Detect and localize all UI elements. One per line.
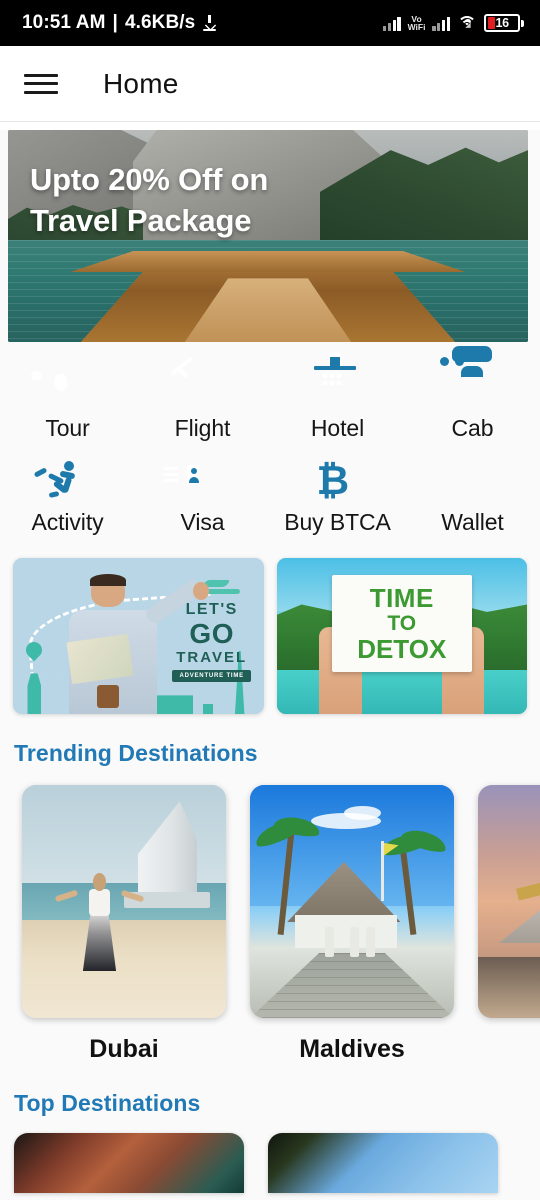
sea-background — [276, 670, 527, 714]
hotel-building-icon — [313, 352, 359, 408]
status-bar: 10:51 AM | 4.6KB/s Vo WiFi ◢ 16 — [0, 0, 540, 46]
page-content: Upto 20% Off on Travel Package Tour Flig… — [0, 130, 540, 1200]
sign-line1: TIME — [369, 583, 434, 614]
taxi-icon — [439, 346, 494, 408]
destination-card-maldives[interactable]: Maldives — [250, 785, 454, 1064]
destination-card-next[interactable] — [478, 785, 540, 1064]
signal-bars-icon-2 — [432, 15, 450, 31]
hamburger-menu-icon[interactable] — [24, 71, 58, 97]
destination-card-dubai[interactable]: Dubai — [22, 785, 226, 1064]
promo-card-time-to-detox[interactable]: TIME TO DETOX — [276, 558, 527, 714]
sign-line3: DETOX — [357, 634, 447, 665]
status-separator: | — [112, 12, 118, 33]
promo-card-row: LET'S GO TRAVEL ADVENTURE TIME TIME TO D… — [0, 552, 540, 714]
boardwalk-shape — [250, 952, 454, 1018]
top-destinations-title: Top Destinations — [14, 1090, 201, 1116]
promo-badge: ADVENTURE TIME — [172, 669, 251, 682]
destination-name — [478, 1018, 540, 1035]
traveler-illustration — [63, 573, 210, 714]
promo-text: LET'S GO TRAVEL ADVENTURE TIME — [172, 600, 251, 682]
status-bar-left: 10:51 AM | 4.6KB/s — [22, 12, 217, 34]
wallet-icon — [452, 460, 494, 502]
signal-bars-icon — [383, 15, 401, 31]
flag-shape — [380, 840, 384, 902]
download-icon — [202, 15, 217, 31]
trending-destinations-rail[interactable]: Dubai Maldives — [0, 767, 540, 1064]
quick-action-visa[interactable]: Visa — [135, 452, 270, 546]
quick-action-cab[interactable]: Cab — [405, 346, 540, 452]
hero-headline: Upto 20% Off on Travel Package — [30, 160, 268, 242]
status-bar-right: Vo WiFi ◢ 16 — [383, 14, 524, 32]
sign-line2: TO — [387, 612, 417, 636]
quick-action-label: Hotel — [310, 415, 365, 441]
hero-banner[interactable]: Upto 20% Off on Travel Package — [8, 130, 528, 342]
destination-image — [250, 785, 454, 1018]
quick-action-tour[interactable]: Tour — [0, 358, 135, 452]
woman-figure — [55, 869, 144, 972]
promo-card-lets-go-travel[interactable]: LET'S GO TRAVEL ADVENTURE TIME — [13, 558, 264, 714]
running-person-icon — [33, 460, 89, 502]
quick-action-buy-btca[interactable]: ₿ Buy BTCA — [270, 452, 405, 546]
volte-line2: WiFi — [407, 22, 426, 32]
bitcoin-icon: ₿ — [316, 458, 350, 504]
hero-headline-line1: Upto 20% Off on — [30, 162, 269, 197]
battery-icon: 16 — [484, 14, 520, 32]
top-destination-card-1[interactable] — [14, 1133, 244, 1193]
quick-action-label: Cab — [451, 415, 494, 441]
destination-image — [478, 785, 540, 1018]
airplane-ticket-icon — [182, 366, 224, 408]
promo-text-line2: GO — [189, 617, 234, 649]
app-bar: Home — [0, 46, 540, 122]
quick-action-label: Flight — [174, 415, 231, 441]
trending-destinations-title: Trending Destinations — [14, 740, 258, 766]
status-network-speed: 4.6KB/s — [124, 12, 196, 33]
quick-action-label: Tour — [45, 415, 90, 441]
quick-actions-row-2: Activity Visa ₿ Buy BTCA Wallet — [0, 452, 540, 546]
quick-action-label: Buy BTCA — [284, 509, 391, 535]
top-destinations-rail[interactable] — [0, 1117, 540, 1193]
battery-indicator: 16 — [484, 14, 524, 32]
quick-actions-row-1: Tour Flight Hotel Cab — [0, 346, 540, 452]
quick-action-hotel[interactable]: Hotel — [270, 352, 405, 452]
id-card-icon — [163, 460, 224, 502]
quick-action-label: Visa — [180, 509, 225, 535]
quick-action-activity[interactable]: Activity — [0, 452, 135, 546]
wifi-icon: ◢ — [457, 15, 477, 31]
top-destination-card-2[interactable] — [268, 1133, 498, 1193]
hero-headline-line2: Travel Package — [30, 202, 252, 238]
battery-level: 16 — [495, 16, 510, 30]
quick-action-flight[interactable]: Flight — [135, 358, 270, 452]
destination-name: Dubai — [89, 1035, 159, 1063]
quick-action-label: Activity — [31, 509, 104, 535]
promo-text-line3: TRAVEL — [176, 648, 248, 666]
status-time: 10:51 AM — [22, 12, 106, 33]
detox-sign: TIME TO DETOX — [331, 575, 472, 672]
page-title: Home — [103, 67, 179, 99]
quick-actions-grid: Tour Flight Hotel Cab Activity Visa ₿ Bu… — [0, 342, 540, 552]
quick-action-label: Wallet — [441, 509, 504, 535]
destination-name: Maldives — [299, 1035, 405, 1063]
destination-image — [22, 785, 226, 1018]
promo-text-line1: LET'S — [185, 600, 238, 618]
volte-indicator: Vo WiFi — [407, 14, 426, 32]
globe-icon — [47, 366, 89, 408]
quick-action-wallet[interactable]: Wallet — [405, 452, 540, 546]
